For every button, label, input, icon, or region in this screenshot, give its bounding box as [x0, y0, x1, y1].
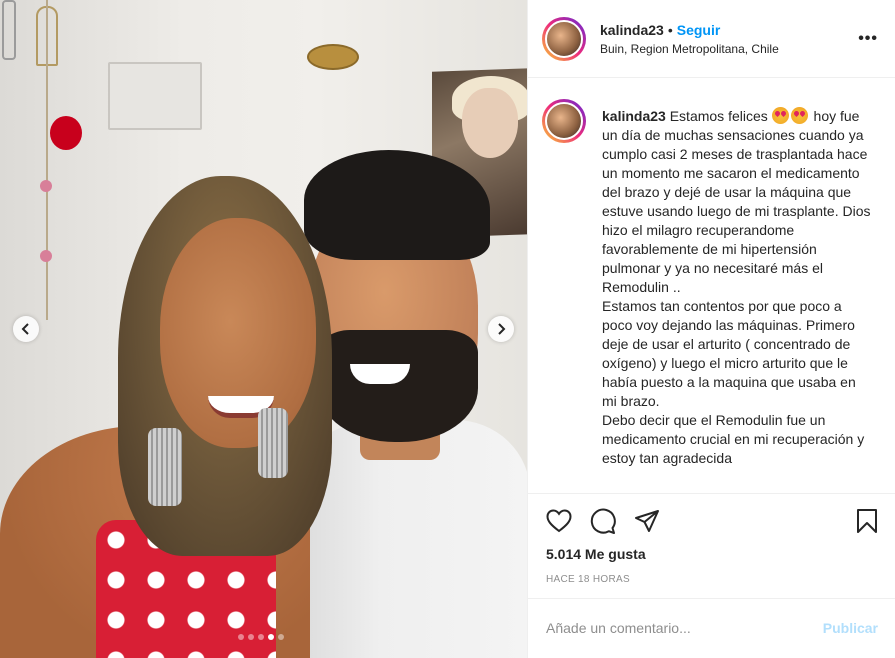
follow-button[interactable]: Seguir — [677, 22, 721, 38]
action-icons — [544, 506, 662, 536]
carousel-indicator — [238, 634, 284, 640]
header-text: kalinda23 • Seguir Buin, Region Metropol… — [600, 22, 779, 56]
avatar-image — [545, 19, 583, 58]
post-actions: 5.014 Me gusta HACE 18 HORAS Publicar — [528, 493, 895, 653]
carousel-dot — [238, 634, 244, 640]
avatar-image — [545, 102, 583, 140]
bookmark-icon — [857, 509, 877, 533]
location-link[interactable]: Buin, Region Metropolitana, Chile — [600, 42, 779, 56]
caption-paragraph: Estamos tan contentos por que poco a poc… — [602, 298, 856, 409]
carousel-dot — [268, 634, 274, 640]
carousel-dot — [248, 634, 254, 640]
comment-icon — [590, 508, 616, 534]
publish-button[interactable]: Publicar — [823, 620, 878, 636]
wall-vent — [108, 62, 202, 130]
carousel-prev-button[interactable] — [13, 316, 39, 342]
comment-input[interactable] — [546, 619, 823, 636]
carousel-next-button[interactable] — [488, 316, 514, 342]
share-button[interactable] — [632, 506, 662, 536]
separator-dot: • — [667, 21, 673, 38]
post-detail-panel: kalinda23 • Seguir Buin, Region Metropol… — [527, 0, 895, 658]
caption-avatar[interactable] — [542, 99, 586, 143]
woman-earring — [258, 408, 288, 478]
comment-form: Publicar — [528, 598, 895, 656]
decor-string — [46, 0, 48, 320]
decor-ball — [40, 180, 52, 192]
chevron-right-icon — [498, 323, 506, 335]
post-header: kalinda23 • Seguir Buin, Region Metropol… — [528, 0, 895, 78]
heart-icon — [546, 509, 572, 533]
caption-username[interactable]: kalinda23 — [602, 108, 666, 124]
avatar[interactable] — [542, 16, 586, 61]
share-icon — [635, 510, 659, 532]
carousel-dot — [258, 634, 264, 640]
header-row: kalinda23 • Seguir — [600, 22, 779, 38]
post-timestamp[interactable]: HACE 18 HORAS — [546, 574, 630, 585]
heart-eyes-emoji-icon — [771, 107, 789, 124]
caption-body: hoy fue un día de muchas sensaciones cua… — [602, 108, 871, 295]
poster-face — [462, 88, 518, 158]
decor-pompom — [50, 116, 82, 150]
woman-earring — [148, 428, 182, 506]
like-button[interactable] — [544, 506, 574, 536]
man-beard — [318, 330, 478, 442]
save-button[interactable] — [852, 506, 882, 536]
caption-text: kalinda23 Estamos felices hoy fue un día… — [602, 107, 872, 468]
chevron-left-icon — [21, 323, 29, 335]
likes-count[interactable]: 5.014 Me gusta — [546, 546, 646, 562]
carousel-dot — [278, 634, 284, 640]
wall-plaque — [307, 44, 359, 70]
username-link[interactable]: kalinda23 — [600, 22, 664, 38]
heart-eyes-emoji-icon — [790, 107, 808, 124]
post-photo[interactable] — [0, 0, 527, 658]
decor-ball — [40, 250, 52, 262]
wall-hanger — [2, 0, 16, 60]
more-options-icon[interactable]: ••• — [858, 30, 878, 48]
caption-paragraph: Debo decir que el Remodulin fue un medic… — [602, 412, 865, 466]
caption-intro: Estamos felices — [669, 108, 768, 124]
caption-area[interactable]: kalinda23 Estamos felices hoy fue un día… — [528, 79, 895, 493]
comment-button[interactable] — [588, 506, 618, 536]
